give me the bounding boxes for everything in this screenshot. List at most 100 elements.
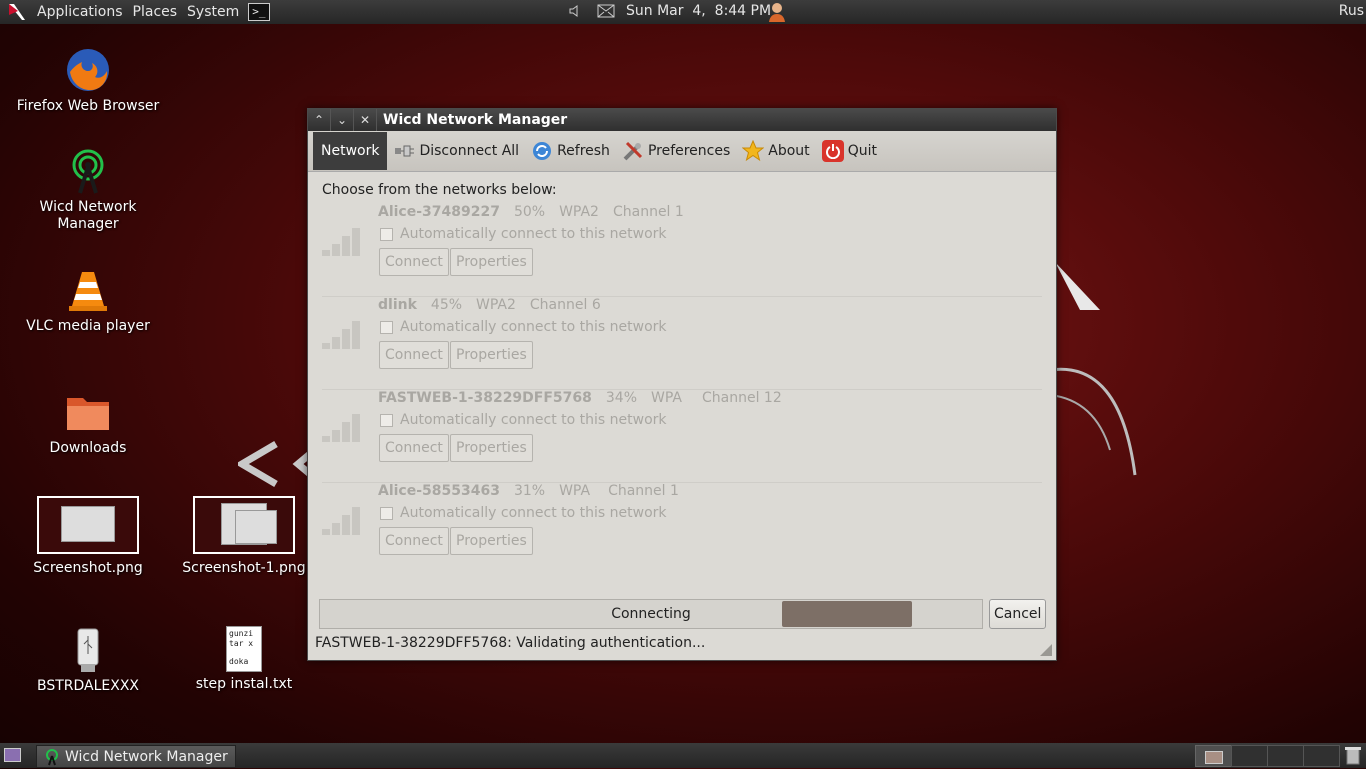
taskbar-item-wicd[interactable]: Wicd Network Manager [36,745,236,768]
network-strength: 45% [430,297,463,313]
network-channel: Channel 1 [612,204,684,220]
user-name[interactable]: Rus [1339,3,1366,19]
kali-dragon-wallpaper-icon [1049,262,1137,476]
connect-button[interactable]: Connect [379,341,449,369]
properties-button[interactable]: Properties [450,341,533,369]
user-icon[interactable] [766,1,788,27]
auto-connect-checkbox[interactable]: Automatically connect to this network [380,319,667,335]
refresh-label: Refresh [557,143,610,159]
network-row: Alice-58553463 31% WPA Channel 1 Automatica… [322,483,1042,575]
system-menu[interactable]: System [182,4,244,20]
desktop-icon-label: Firefox Web Browser [16,98,160,114]
progress-label: Connecting [611,606,691,622]
quit-button[interactable]: Quit [816,133,883,169]
desktop-icon-usb-drive[interactable]: BSTRDALEXXX [13,626,163,694]
applications-menu[interactable]: Applications [32,4,128,20]
disconnect-all-button[interactable]: Disconnect All [387,133,525,169]
volume-icon[interactable] [568,2,580,24]
quit-label: Quit [847,143,877,159]
refresh-icon [531,140,553,162]
network-encryption: WPA [559,483,591,499]
checkbox-box[interactable] [380,320,393,334]
desktop-icon-vlc[interactable]: VLC media player [13,266,163,334]
usb-drive-icon [64,626,112,674]
desktop-icon-wicd[interactable]: Wicd Network Manager [13,147,163,233]
properties-button[interactable]: Properties [450,527,533,555]
signal-strength-icon [322,319,370,349]
workspace-4[interactable] [1303,745,1340,767]
connect-button[interactable]: Connect [379,248,449,276]
refresh-button[interactable]: Refresh [525,133,616,169]
clock[interactable]: Sun Mar 4, 8:44 PM [626,3,771,19]
desktop-icon-firefox[interactable]: Firefox Web Browser [13,46,163,114]
desktop-icon-step-instal[interactable]: gunzi tar x doka step instal.txt [169,626,319,692]
about-button[interactable]: About [736,133,815,169]
taskbar-item-label: Wicd Network Manager [65,748,228,765]
trash-icon[interactable] [1344,745,1362,769]
vlc-cone-icon [64,266,112,314]
cancel-button[interactable]: Cancel [989,599,1047,629]
terminal-icon[interactable]: >_ [248,3,270,21]
checkbox-box[interactable] [380,413,393,427]
folder-icon [64,388,112,436]
network-list: Alice-37489227 50% WPA2 Channel 1 Automatic… [322,204,1042,575]
auto-connect-label: Automatically connect to this network [400,226,667,242]
star-icon [742,140,765,162]
properties-button[interactable]: Properties [450,434,533,462]
network-menu-button[interactable]: Network [313,132,388,170]
network-ssid: FASTWEB-1-38229DFF5768 [378,390,592,406]
network-row: FASTWEB-1-38229DFF5768 34% WPA Channel 12 A… [322,390,1042,483]
desktop-icon-label: Downloads [49,440,127,456]
bottom-panel: Wicd Network Manager [0,743,1366,768]
preferences-button[interactable]: Preferences [616,133,736,169]
checkbox-box[interactable] [380,227,393,241]
network-info: Alice-58553463 31% WPA Channel 1 [378,483,679,499]
desktop-icon-screenshot[interactable]: Screenshot.png [13,496,163,576]
window-title: Wicd Network Manager [383,112,568,128]
network-info: dlink 45% WPA2 Channel 6 [378,297,601,313]
auto-connect-checkbox[interactable]: Automatically connect to this network [380,226,667,242]
checkbox-box[interactable] [380,506,393,520]
show-desktop-icon[interactable] [4,748,21,762]
network-strength: 34% [605,390,638,406]
auto-connect-checkbox[interactable]: Automatically connect to this network [380,505,667,521]
network-row: Alice-37489227 50% WPA2 Channel 1 Automatic… [322,204,1042,297]
desktop-icon-label: Screenshot.png [33,560,143,576]
top-panel: Applications Places System >_ Sun Mar 4,… [0,0,1366,24]
auto-connect-label: Automatically connect to this network [400,505,667,521]
kali-logo-icon[interactable] [6,1,28,23]
window-titlebar[interactable]: ⌃ ⌄ ✕ Wicd Network Manager [308,109,1056,131]
desktop-icon-label: Wicd Network Manager [39,199,137,232]
file-preview-line: gunzi [229,629,254,638]
unplug-icon [393,140,415,162]
workspace-2[interactable] [1231,745,1268,767]
network-encryption: WPA2 [476,297,516,313]
desktop-icon-label: Screenshot-1.png [182,560,306,576]
network-ssid: Alice-58553463 [378,483,500,499]
connect-button[interactable]: Connect [379,434,449,462]
close-button[interactable]: ✕ [354,109,377,131]
workspace-3[interactable] [1267,745,1304,767]
auto-connect-checkbox[interactable]: Automatically connect to this network [380,412,667,428]
network-channel: Channel 6 [529,297,601,313]
choose-networks-label: Choose from the networks below: [322,182,557,198]
signal-strength-icon [322,226,370,256]
minimize-button[interactable]: ⌃ [308,109,331,131]
connect-button[interactable]: Connect [379,527,449,555]
maximize-button[interactable]: ⌄ [331,109,354,131]
signal-strength-icon [322,505,370,535]
places-menu[interactable]: Places [128,4,183,20]
about-label: About [768,143,810,159]
power-icon [821,140,844,162]
properties-button[interactable]: Properties [450,248,533,276]
mail-icon[interactable] [597,4,615,22]
desktop-icon-screenshot-1[interactable]: Screenshot-1.png [169,496,319,576]
auto-connect-label: Automatically connect to this network [400,319,667,335]
network-encryption: WPA2 [559,204,599,220]
file-preview-line: doka [229,657,249,666]
resize-grip-icon[interactable] [1040,644,1052,656]
image-thumbnail [37,496,139,554]
workspace-1[interactable] [1195,745,1232,767]
desktop-icon-downloads[interactable]: Downloads [13,388,163,456]
network-row: dlink 45% WPA2 Channel 6 Automatically conn… [322,297,1042,390]
